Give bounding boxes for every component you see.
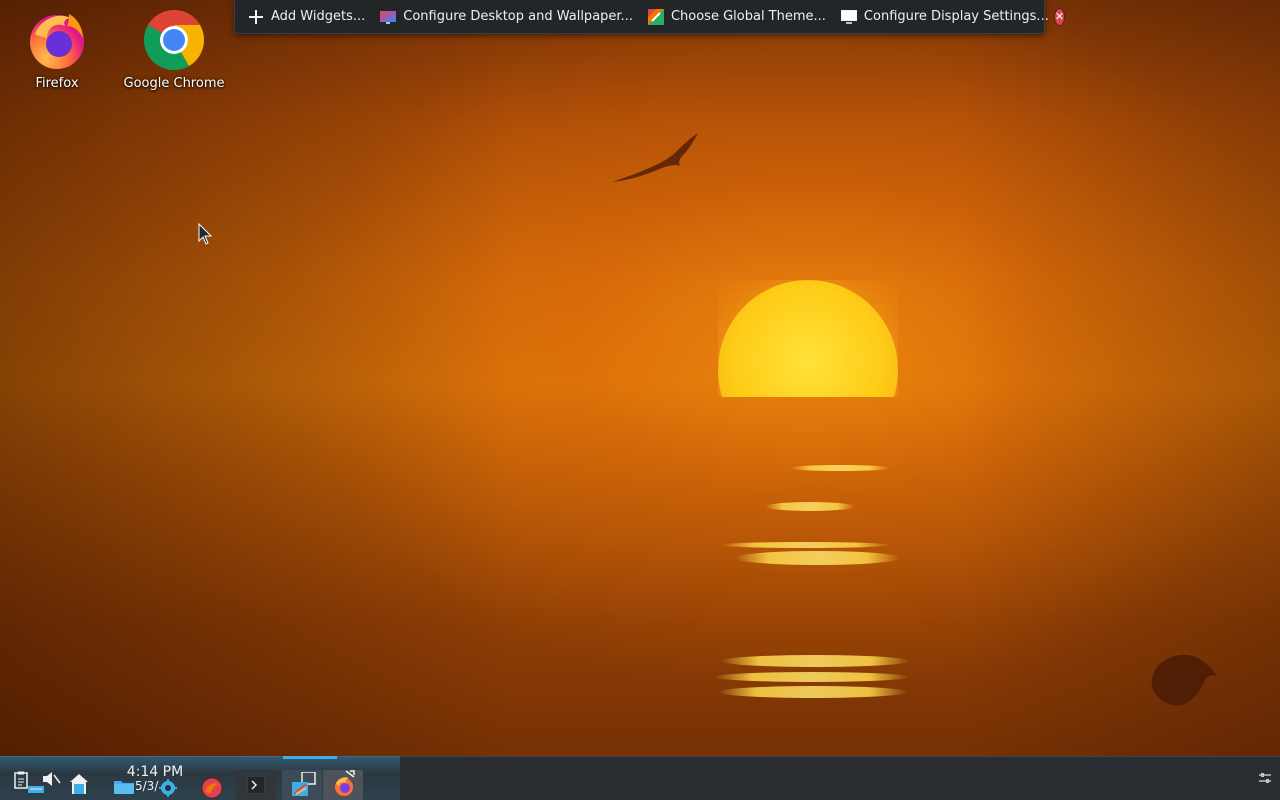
choose-global-theme-label: Choose Global Theme... (670, 9, 826, 24)
sun-reflection (720, 542, 890, 548)
add-widgets-button[interactable]: Add Widgets... (245, 3, 371, 31)
configure-desktop-button[interactable]: Configure Desktop and Wallpaper... (377, 3, 639, 31)
firefox-icon (25, 8, 89, 72)
panel-config-icon[interactable] (1257, 771, 1273, 785)
sun-reflection (714, 672, 909, 682)
sun-reflection (720, 655, 910, 667)
sun-reflection (765, 502, 855, 511)
eagle-silhouette (1151, 654, 1217, 706)
pointer-overlay-icon (343, 768, 357, 780)
desktop-wallpaper-icon (379, 8, 397, 26)
sun-reflection (790, 465, 890, 471)
sun-reflection (735, 551, 900, 565)
desktop-wallpaper (0, 0, 1280, 800)
configure-display-settings-label: Configure Display Settings... (863, 9, 1049, 24)
global-theme-icon (647, 8, 665, 26)
task-terminal[interactable] (236, 770, 276, 800)
desktop-edit-toolbar: Add Widgets... Configure Desktop and Wal… (234, 0, 1065, 34)
choose-global-theme-button[interactable]: Choose Global Theme... (645, 3, 832, 31)
home-folder-icon[interactable] (68, 772, 90, 796)
close-icon[interactable]: ✕ (1054, 8, 1065, 25)
wallpaper-shade (0, 0, 1280, 800)
taskbar-panel (0, 756, 1280, 800)
display-monitor-icon (840, 8, 858, 26)
app-launcher-icon[interactable] (200, 776, 224, 800)
task-firefox[interactable] (323, 770, 363, 800)
sun-reflection (718, 686, 908, 698)
file-manager-icon[interactable] (113, 778, 135, 796)
plus-icon (247, 8, 265, 26)
desktop-icon-google-chrome[interactable]: Google Chrome (119, 8, 229, 91)
active-task-indicator (283, 756, 337, 759)
task-desktop-edit[interactable] (282, 770, 322, 800)
terminal-icon (247, 776, 265, 794)
volume-muted-icon[interactable] (40, 769, 62, 789)
settings-gear-icon[interactable] (158, 778, 178, 798)
clock-date[interactable]: 5/3/ (135, 779, 158, 793)
configure-display-settings-button[interactable]: Configure Display Settings... (838, 3, 1055, 31)
configure-desktop-label: Configure Desktop and Wallpaper... (403, 9, 633, 24)
bird-silhouette (612, 133, 698, 182)
desktop-icon-firefox[interactable]: Firefox (2, 8, 112, 91)
desktop-icon-label: Google Chrome (123, 76, 225, 91)
desktop-icon-label: Firefox (35, 76, 79, 91)
add-widgets-label: Add Widgets... (271, 9, 366, 24)
chrome-icon (142, 8, 206, 72)
mouse-cursor-icon (198, 223, 212, 245)
desktop-edit-icon (290, 772, 316, 798)
